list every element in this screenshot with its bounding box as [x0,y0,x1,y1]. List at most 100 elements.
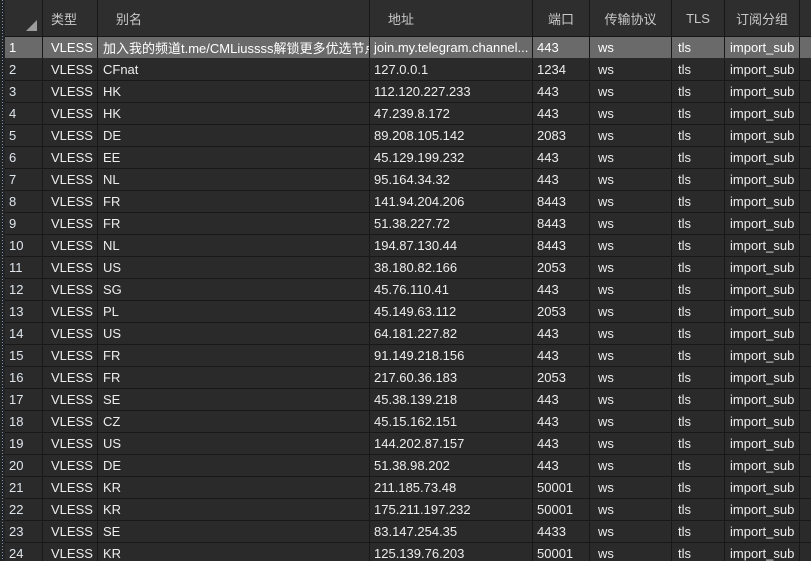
address-cell[interactable]: 51.38.227.72 [370,213,533,234]
transport-cell[interactable]: ws [590,81,672,102]
column-header-alias[interactable]: 别名 [98,0,370,36]
address-cell[interactable]: 112.120.227.233 [370,81,533,102]
tls-cell[interactable]: tls [672,301,725,322]
alias-cell[interactable]: NL [98,169,370,190]
address-cell[interactable]: 45.15.162.151 [370,411,533,432]
row-number-cell[interactable]: 10 [5,235,43,256]
alias-cell[interactable]: SE [98,389,370,410]
row-number-cell[interactable]: 14 [5,323,43,344]
table-row[interactable]: 10 VLESS NL 194.87.130.44 8443 ws tls im… [5,235,811,257]
alias-cell[interactable]: CFnat [98,59,370,80]
tls-cell[interactable]: tls [672,59,725,80]
port-cell[interactable]: 8443 [533,191,590,212]
group-cell[interactable]: import_sub [725,279,800,300]
tls-cell[interactable]: tls [672,499,725,520]
table-row[interactable]: 13 VLESS PL 45.149.63.112 2053 ws tls im… [5,301,811,323]
type-cell[interactable]: VLESS [43,279,98,300]
row-number-cell[interactable]: 8 [5,191,43,212]
alias-cell[interactable]: SE [98,521,370,542]
address-cell[interactable]: 91.149.218.156 [370,345,533,366]
port-cell[interactable]: 443 [533,279,590,300]
port-cell[interactable]: 443 [533,169,590,190]
group-cell[interactable]: import_sub [725,477,800,498]
row-number-cell[interactable]: 16 [5,367,43,388]
port-cell[interactable]: 4433 [533,521,590,542]
row-number-cell[interactable]: 1 [5,37,43,58]
port-cell[interactable]: 443 [533,81,590,102]
transport-cell[interactable]: ws [590,345,672,366]
address-cell[interactable]: 38.180.82.166 [370,257,533,278]
table-row[interactable]: 16 VLESS FR 217.60.36.183 2053 ws tls im… [5,367,811,389]
corner-header-cell[interactable] [5,0,43,36]
column-header-transport[interactable]: 传输协议 [590,0,672,36]
tls-cell[interactable]: tls [672,169,725,190]
table-row[interactable]: 5 VLESS DE 89.208.105.142 2083 ws tls im… [5,125,811,147]
alias-cell[interactable]: PL [98,301,370,322]
type-cell[interactable]: VLESS [43,301,98,322]
row-number-cell[interactable]: 2 [5,59,43,80]
address-cell[interactable]: 45.129.199.232 [370,147,533,168]
row-number-cell[interactable]: 3 [5,81,43,102]
row-number-cell[interactable]: 24 [5,543,43,561]
transport-cell[interactable]: ws [590,213,672,234]
row-number-cell[interactable]: 12 [5,279,43,300]
tls-cell[interactable]: tls [672,323,725,344]
address-cell[interactable]: 45.38.139.218 [370,389,533,410]
address-cell[interactable]: 144.202.87.157 [370,433,533,454]
type-cell[interactable]: VLESS [43,257,98,278]
address-cell[interactable]: 89.208.105.142 [370,125,533,146]
address-cell[interactable]: 127.0.0.1 [370,59,533,80]
alias-cell[interactable]: KR [98,477,370,498]
row-number-cell[interactable]: 5 [5,125,43,146]
port-cell[interactable]: 1234 [533,59,590,80]
type-cell[interactable]: VLESS [43,367,98,388]
table-row[interactable]: 2 VLESS CFnat 127.0.0.1 1234 ws tls impo… [5,59,811,81]
alias-cell[interactable]: CZ [98,411,370,432]
group-cell[interactable]: import_sub [725,169,800,190]
tls-cell[interactable]: tls [672,389,725,410]
transport-cell[interactable]: ws [590,389,672,410]
type-cell[interactable]: VLESS [43,323,98,344]
table-row[interactable]: 12 VLESS SG 45.76.110.41 443 ws tls impo… [5,279,811,301]
address-cell[interactable]: 175.211.197.232 [370,499,533,520]
address-cell[interactable]: 95.164.34.32 [370,169,533,190]
alias-cell[interactable]: 加入我的频道t.me/CMLiussss解锁更多优选节点 [98,37,370,58]
tls-cell[interactable]: tls [672,411,725,432]
alias-cell[interactable]: US [98,323,370,344]
transport-cell[interactable]: ws [590,125,672,146]
transport-cell[interactable]: ws [590,543,672,561]
tls-cell[interactable]: tls [672,279,725,300]
alias-cell[interactable]: NL [98,235,370,256]
tls-cell[interactable]: tls [672,191,725,212]
tls-cell[interactable]: tls [672,213,725,234]
row-number-cell[interactable]: 13 [5,301,43,322]
port-cell[interactable]: 2083 [533,125,590,146]
group-cell[interactable]: import_sub [725,37,800,58]
tls-cell[interactable]: tls [672,37,725,58]
transport-cell[interactable]: ws [590,279,672,300]
port-cell[interactable]: 8443 [533,213,590,234]
table-row[interactable]: 23 VLESS SE 83.147.254.35 4433 ws tls im… [5,521,811,543]
address-cell[interactable]: 141.94.204.206 [370,191,533,212]
tls-cell[interactable]: tls [672,125,725,146]
tls-cell[interactable]: tls [672,103,725,124]
alias-cell[interactable]: DE [98,125,370,146]
port-cell[interactable]: 2053 [533,301,590,322]
alias-cell[interactable]: KR [98,499,370,520]
group-cell[interactable]: import_sub [725,345,800,366]
group-cell[interactable]: import_sub [725,191,800,212]
address-cell[interactable]: 64.181.227.82 [370,323,533,344]
transport-cell[interactable]: ws [590,499,672,520]
row-number-cell[interactable]: 4 [5,103,43,124]
port-cell[interactable]: 50001 [533,543,590,561]
type-cell[interactable]: VLESS [43,37,98,58]
transport-cell[interactable]: ws [590,169,672,190]
alias-cell[interactable]: US [98,433,370,454]
group-cell[interactable]: import_sub [725,521,800,542]
transport-cell[interactable]: ws [590,257,672,278]
type-cell[interactable]: VLESS [43,213,98,234]
column-header-address[interactable]: 地址 [370,0,533,36]
row-number-cell[interactable]: 9 [5,213,43,234]
group-cell[interactable]: import_sub [725,213,800,234]
group-cell[interactable]: import_sub [725,433,800,454]
